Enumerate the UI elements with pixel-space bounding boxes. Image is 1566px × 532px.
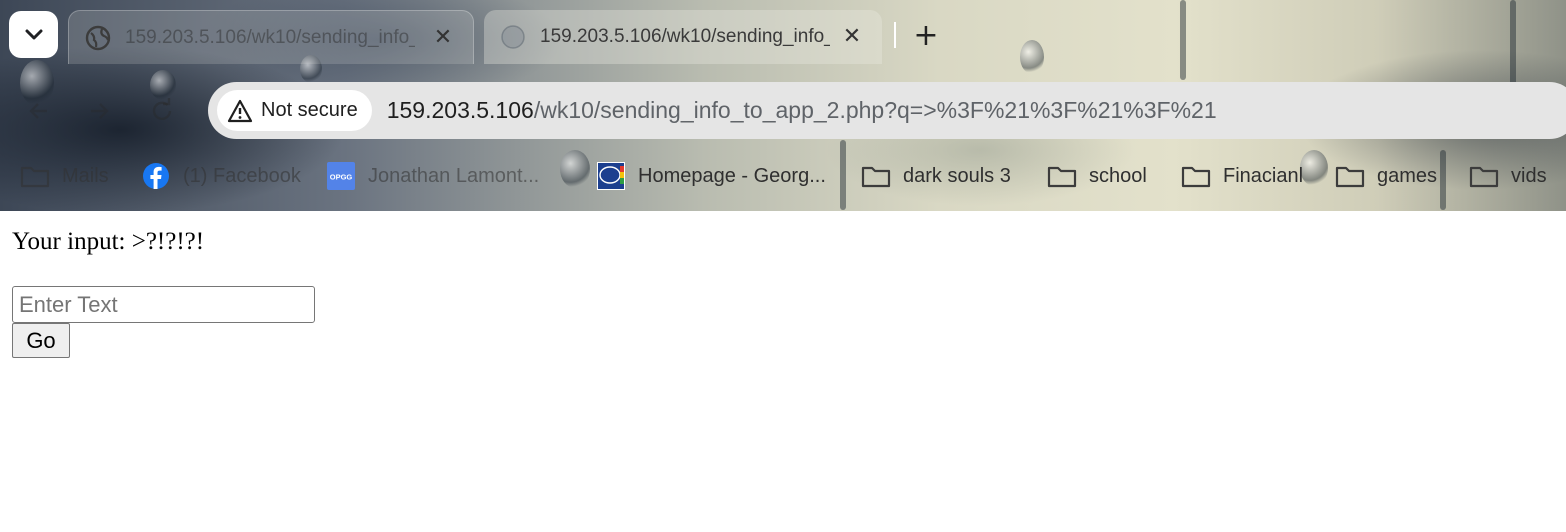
url-text[interactable]: 159.203.5.106/wk10/sending_info_to_app_2… — [387, 97, 1217, 124]
facebook-icon — [141, 162, 171, 190]
folder-icon — [1047, 162, 1077, 190]
browser-chrome: 159.203.5.106/wk10/sending_info_to_app_2… — [0, 0, 1566, 211]
rain-drop — [1020, 40, 1044, 74]
rain-drop — [1300, 150, 1328, 186]
bookmark-label: Finacianl — [1223, 164, 1304, 187]
tab-inactive[interactable]: 159.203.5.106/wk10/sending_info_to_app_2… — [68, 10, 474, 64]
rain-streak — [840, 140, 846, 210]
tab-title: 159.203.5.106/wk10/sending_info_to_app_2… — [125, 26, 415, 48]
folder-icon — [861, 162, 891, 190]
rain-streak — [1180, 0, 1186, 80]
reload-icon — [152, 98, 172, 120]
tab-active[interactable]: 159.203.5.106/wk10/sending_info_to_app_2… — [484, 10, 882, 64]
globe-loading-icon — [501, 25, 525, 49]
globe-icon — [85, 25, 111, 50]
bookmark-folder-vids[interactable]: vids — [1469, 160, 1547, 192]
security-label: Not secure — [261, 99, 358, 121]
rain-drop — [560, 150, 590, 188]
folder-icon — [1335, 162, 1365, 190]
reload-button[interactable] — [145, 94, 179, 128]
tab-search-button[interactable] — [9, 11, 58, 58]
bookmark-label: dark souls 3 — [903, 164, 1011, 187]
close-icon[interactable]: ✕ — [431, 24, 455, 49]
url-path: /wk10/sending_info_to_app_2.php?q=>%3F%2… — [533, 97, 1217, 123]
bookmark-folder-finacianl[interactable]: Finacianl — [1181, 160, 1303, 192]
bookmark-label: (1) Facebook — [183, 164, 301, 187]
text-input-field[interactable] — [12, 286, 315, 323]
bookmark-folder-games[interactable]: games — [1335, 160, 1437, 192]
folder-icon — [20, 162, 50, 190]
folder-icon — [1181, 162, 1211, 190]
warning-icon — [227, 99, 253, 122]
rain-streak — [1510, 0, 1516, 90]
folder-icon — [1469, 162, 1499, 190]
tab-separator — [894, 22, 896, 48]
bookmark-facebook[interactable]: (1) Facebook — [141, 160, 301, 192]
address-bar[interactable]: Not secure 159.203.5.106/wk10/sending_in… — [208, 82, 1566, 139]
url-host: 159.203.5.106 — [386, 97, 534, 123]
go-button[interactable]: Go — [12, 323, 70, 358]
bookmark-label: Homepage - Georg... — [638, 164, 826, 187]
george-brown-icon — [596, 162, 626, 190]
bookmark-opgg[interactable]: OPGG Jonathan Lamont... — [326, 160, 539, 192]
bookmark-george-brown[interactable]: Homepage - Georg... — [596, 160, 826, 192]
bookmark-label: Jonathan Lamont... — [368, 164, 540, 187]
bookmark-folder-school[interactable]: school — [1047, 160, 1147, 192]
bookmark-label: vids — [1511, 164, 1547, 187]
tab-title: 159.203.5.106/wk10/sending_info_to_app_2… — [540, 26, 830, 47]
forward-button[interactable] — [82, 94, 116, 128]
close-icon[interactable]: ✕ — [840, 23, 864, 48]
rain-streak — [1440, 150, 1446, 210]
new-tab-button[interactable]: + — [911, 18, 941, 53]
chevron-down-icon — [25, 29, 42, 39]
bookmark-folder-mails[interactable]: Mails — [20, 160, 109, 192]
security-indicator[interactable]: Not secure — [217, 90, 372, 131]
arrow-right-icon — [91, 103, 109, 119]
your-input-text: Your input: >?!?!?! — [12, 228, 205, 255]
page-content: Your input: >?!?!?! Go — [0, 211, 1566, 532]
bookmark-label: games — [1377, 164, 1438, 187]
bookmark-folder-dark-souls-3[interactable]: dark souls 3 — [861, 160, 1011, 192]
opgg-icon-text: OPGG — [330, 173, 353, 182]
opgg-icon: OPGG — [326, 162, 356, 190]
bookmark-label: Mails — [62, 164, 109, 187]
bookmark-label: school — [1089, 164, 1147, 187]
arrow-left-icon — [29, 103, 47, 119]
back-button[interactable] — [22, 94, 56, 128]
